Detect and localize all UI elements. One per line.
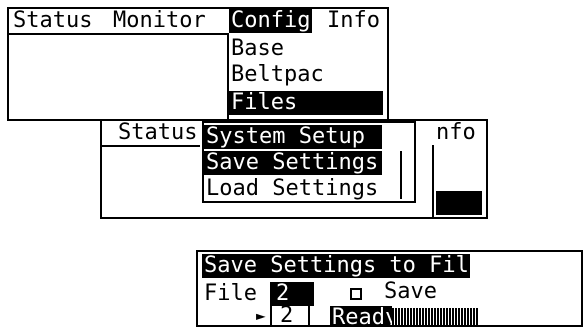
menu-info[interactable]: nfo <box>436 121 476 145</box>
file-value-option[interactable]: 2 <box>270 303 310 327</box>
menu-monitor[interactable]: Monitor <box>113 9 206 33</box>
menu-item-files[interactable]: Files <box>229 91 383 115</box>
menu-item-beltpac[interactable]: Beltpac <box>231 63 324 87</box>
menubar-underline <box>102 145 200 147</box>
menu-item-system-setup[interactable]: System Setup <box>204 125 382 149</box>
save-checkbox[interactable] <box>350 288 362 300</box>
progress-bar <box>392 308 478 325</box>
screen-files-menu: Status nfo System Setup Save Settings Lo… <box>100 119 488 219</box>
menu-status[interactable]: Status <box>118 121 197 145</box>
menu-info[interactable]: Info <box>327 9 380 33</box>
menu-item-load-settings[interactable]: Load Settings <box>206 177 378 201</box>
menu-config[interactable]: Config <box>229 9 313 33</box>
screen-main-menu: Status Monitor Config Info Base Beltpac … <box>7 7 389 121</box>
selection-arrow-icon: ► <box>256 306 266 325</box>
dropdown-scrollbar[interactable] <box>400 151 402 199</box>
scroll-indicator <box>436 191 482 215</box>
save-label: Save <box>384 279 437 304</box>
menu-item-save-settings[interactable]: Save Settings <box>204 151 382 175</box>
menu-item-base[interactable]: Base <box>231 37 284 61</box>
menu-status[interactable]: Status <box>13 9 92 33</box>
files-dropdown: System Setup Save Settings Load Settings <box>202 121 416 203</box>
file-label: File <box>204 281 257 306</box>
config-dropdown: Base Beltpac Files <box>227 33 387 119</box>
file-value-option-text: 2 <box>280 303 294 327</box>
dialog-title: Save Settings to File <box>202 253 483 278</box>
screen-save-dialog: Save Settings to File File 2 ► 2 Save Re… <box>196 250 583 327</box>
status-text: Ready <box>330 306 398 325</box>
menubar: Status Monitor Config Info <box>9 9 387 35</box>
